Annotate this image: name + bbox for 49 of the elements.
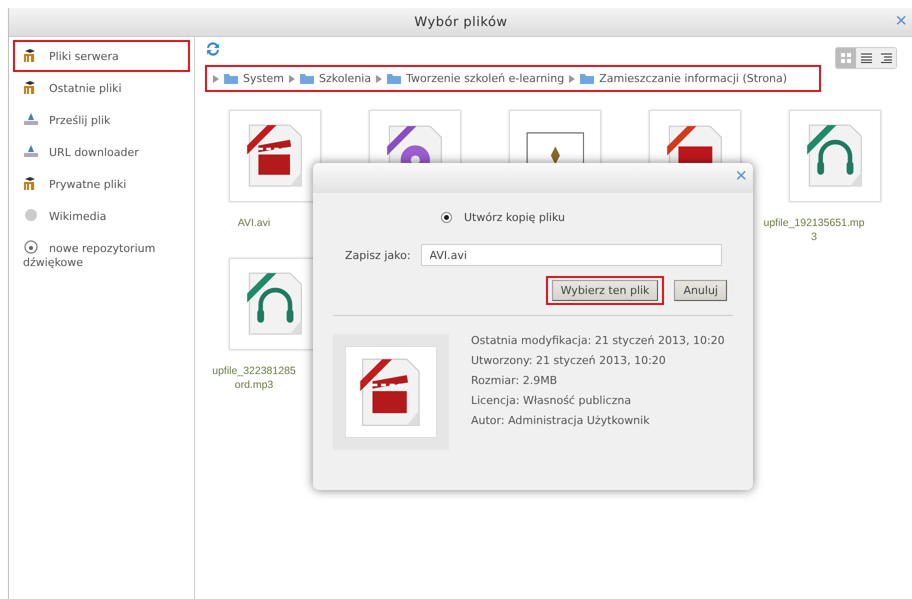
- file-icon: [386, 125, 444, 164]
- sidebar-item[interactable]: Wikimedia: [13, 200, 190, 232]
- file-info: Ostatnia modyfikacja: 21 styczeń 2013, 10:20: [471, 334, 725, 347]
- file-info: Rozmiar: 2.9MB: [471, 374, 558, 387]
- file-icon: [806, 124, 864, 188]
- window-title: Wybór plików: [414, 14, 508, 30]
- copy-option[interactable]: Utwórz kopię pliku: [441, 211, 733, 224]
- view-button[interactable]: [856, 48, 876, 68]
- sidebar-item[interactable]: nowe repozytorium dźwiękowe: [13, 232, 190, 278]
- radio-button[interactable]: [441, 212, 452, 223]
- file-icon: [666, 125, 724, 164]
- sidebar-item[interactable]: URL downloader: [13, 136, 190, 168]
- arrow-icon: [213, 74, 219, 82]
- view-button[interactable]: [876, 48, 896, 68]
- file-name: upfile_322381285 ord.mp3: [211, 364, 297, 392]
- arrow-icon: [376, 74, 382, 82]
- breadcrumb-link[interactable]: System: [224, 72, 284, 85]
- file-name: upfile_192135651.mp 3: [762, 216, 866, 244]
- upload-icon: [23, 112, 39, 126]
- upload-icon: [23, 144, 39, 158]
- folder-icon: [300, 73, 314, 84]
- folder-icon: [387, 73, 402, 84]
- folder-icon: [580, 73, 594, 84]
- file-tile[interactable]: [789, 110, 881, 202]
- breadcrumb-link[interactable]: Szkolenia: [300, 72, 372, 85]
- sidebar-item[interactable]: Ostatnie pliki: [13, 72, 190, 104]
- dialog-button[interactable]: Anuluj: [674, 280, 727, 301]
- grid-view-icon: [841, 53, 851, 63]
- folder-icon: [224, 73, 238, 84]
- refresh-icon[interactable]: [205, 41, 221, 57]
- breadcrumb-link[interactable]: Tworzenie szkoleń e-learning: [387, 72, 564, 85]
- arrow-icon: [569, 74, 576, 82]
- sidebar-item[interactable]: Prześlij plik: [13, 104, 190, 136]
- tree-view-icon: [880, 53, 892, 63]
- list-view-icon: [860, 53, 872, 63]
- file-tile[interactable]: [229, 110, 321, 202]
- dialog-button[interactable]: Wybierz ten plik: [552, 280, 658, 301]
- file-info: Licencja: Własność publiczna: [471, 394, 632, 407]
- sidebar-item[interactable]: Prywatne pliki: [13, 168, 190, 200]
- sidebar-item[interactable]: Pliki serwera: [13, 40, 190, 72]
- file-icon: [246, 272, 304, 336]
- file-name: AVI.avi: [236, 216, 272, 230]
- arrow-icon: [289, 74, 296, 82]
- breadcrumb-link[interactable]: Zamieszczanie informacji (Strona): [580, 72, 788, 85]
- save-as-field[interactable]: AVI.avi: [420, 244, 722, 266]
- file-info: Autor: Administracja Użytkownik: [471, 414, 651, 427]
- file-icon: [246, 124, 304, 188]
- file-info: Utworzony: 21 styczeń 2013, 10:20: [471, 354, 667, 367]
- field-label: Zapisz jako:: [345, 248, 411, 262]
